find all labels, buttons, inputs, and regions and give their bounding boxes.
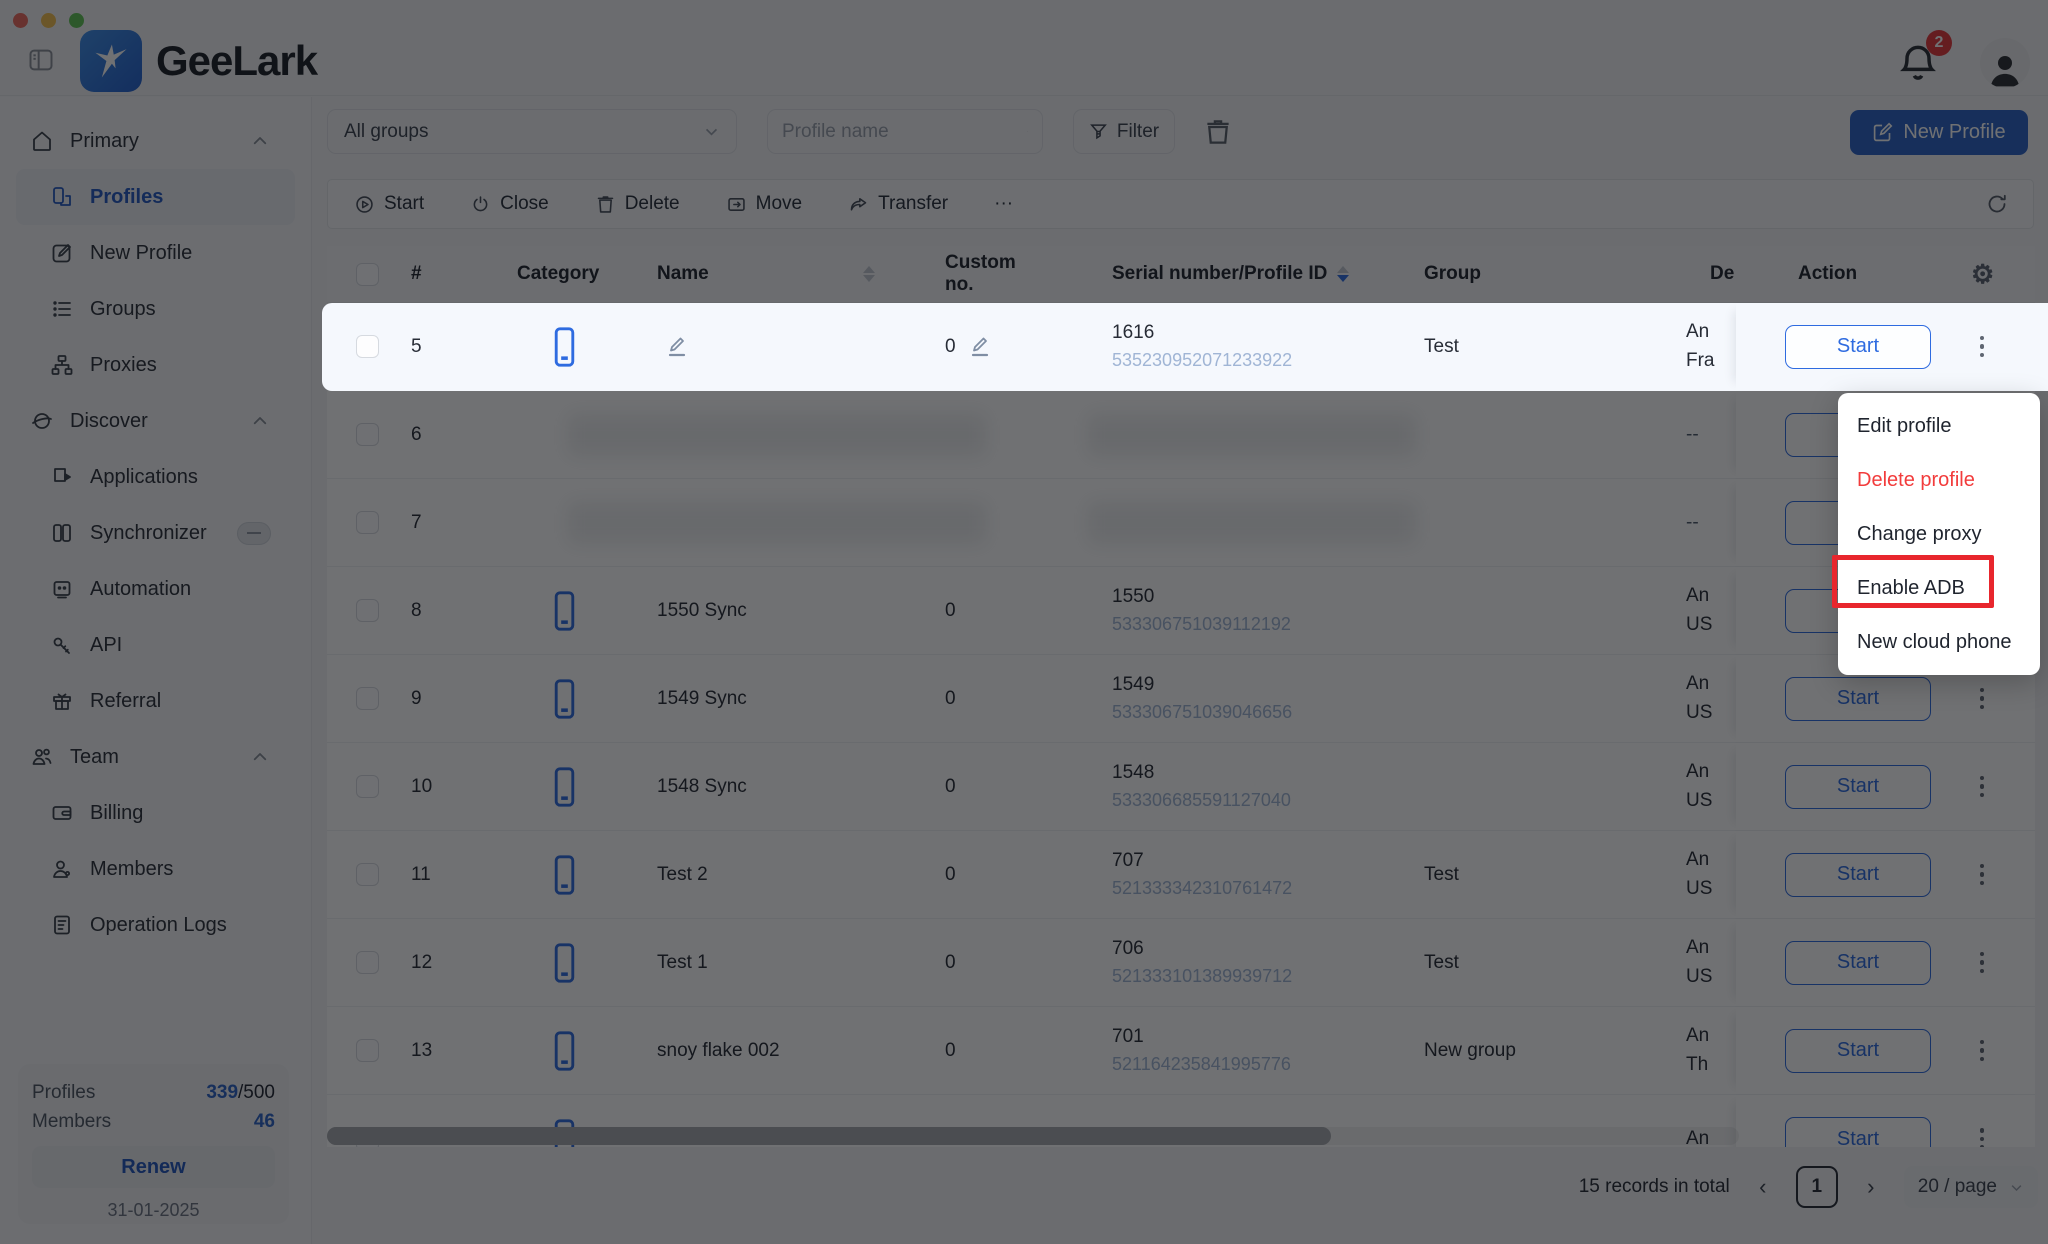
context-menu-item-delete-profile[interactable]: Delete profile: [1838, 453, 2040, 507]
context-menu-item-edit-profile[interactable]: Edit profile: [1838, 399, 2040, 453]
profile-id: 535230952071233922: [1112, 349, 1292, 371]
group-cell: Test: [1364, 303, 1650, 390]
edit-custom-no-icon[interactable]: [968, 334, 992, 360]
table-row[interactable]: 5 0 1616 535230952071233922 Test AnFra S…: [327, 303, 2035, 391]
row-menu-kebab-icon[interactable]: [1969, 332, 1995, 362]
device-cell: AnFra: [1650, 303, 1736, 390]
start-button[interactable]: Start: [1785, 325, 1931, 369]
row-number: 5: [387, 303, 487, 390]
phone-icon: [551, 326, 578, 368]
edit-name-icon[interactable]: [665, 334, 689, 360]
row-context-menu: Edit profile Delete profile Change proxy…: [1838, 393, 2040, 675]
action-cell: Start: [1736, 303, 2035, 390]
custom-no-cell: 0: [881, 303, 1048, 390]
serial-cell: 1616 535230952071233922: [1048, 303, 1364, 390]
dim-overlay: [0, 0, 2048, 1244]
context-menu-item-change-proxy[interactable]: Change proxy: [1838, 507, 2040, 561]
row-checkbox[interactable]: [356, 335, 379, 358]
app-window: GeeLark 2 Primary Profiles New Profile G…: [0, 0, 2048, 1244]
profile-name-cell: [637, 303, 881, 390]
context-menu-item-new-cloud-phone[interactable]: New cloud phone: [1838, 615, 2040, 669]
context-menu-item-enable-adb[interactable]: Enable ADB: [1838, 561, 2040, 615]
